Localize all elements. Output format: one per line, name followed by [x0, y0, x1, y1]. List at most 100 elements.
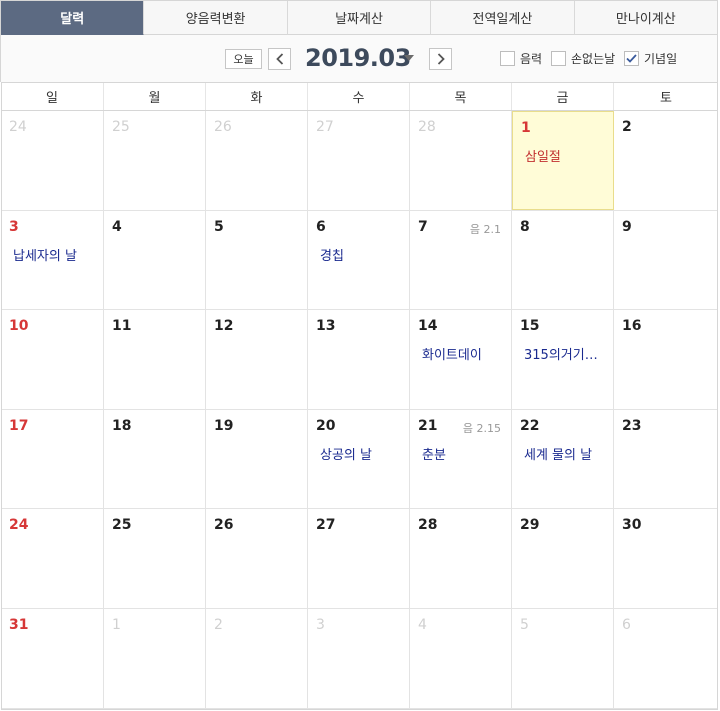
day-number: 6	[316, 218, 326, 235]
day-cell[interactable]: 17	[1, 409, 104, 509]
day-cell[interactable]: 18	[104, 409, 206, 509]
day-cell[interactable]: 31	[1, 608, 104, 708]
day-cell[interactable]: 1 삼일절	[512, 111, 614, 210]
day-cell[interactable]: 13	[308, 310, 410, 409]
day-event[interactable]: 315의거기…	[524, 344, 613, 363]
day-cell[interactable]: 2	[614, 111, 718, 210]
day-number: 5	[520, 616, 529, 633]
day-number: 31	[9, 616, 29, 633]
month-title[interactable]: 2019.03	[305, 44, 411, 72]
day-cell[interactable]: 11	[104, 310, 206, 409]
day-number: 12	[214, 318, 234, 335]
today-button[interactable]: 오늘	[225, 49, 262, 69]
day-number: 3	[9, 218, 19, 235]
week-row: 3 납세자의 날 4 5 6 경칩 7 음 2.1 8 9	[1, 210, 718, 311]
day-cell[interactable]: 30	[614, 509, 718, 608]
day-cell[interactable]: 21 음 2.15 춘분	[410, 409, 512, 509]
day-number: 23	[622, 417, 642, 434]
weekday-header-cell: 월	[104, 83, 206, 110]
day-cell[interactable]: 4	[410, 608, 512, 708]
calendar-toolbar: 오늘 2019.03 음력 손없는날 기념일	[0, 35, 718, 82]
day-cell[interactable]: 8	[512, 210, 614, 310]
day-number: 9	[622, 218, 632, 235]
day-cell[interactable]: 16	[614, 310, 718, 409]
day-event[interactable]: 상공의 날	[320, 444, 409, 463]
day-cell[interactable]: 1	[104, 608, 206, 708]
next-month-button[interactable]	[429, 48, 452, 70]
tab-discharge-calc[interactable]: 전역일계산	[431, 1, 575, 35]
day-number: 26	[214, 517, 234, 534]
day-event[interactable]: 경칩	[320, 245, 409, 264]
day-number: 22	[520, 417, 540, 434]
day-cell[interactable]: 5	[512, 608, 614, 708]
day-number: 4	[418, 616, 427, 633]
day-cell[interactable]: 24	[1, 111, 104, 210]
day-cell[interactable]: 2	[206, 608, 308, 708]
day-number: 20	[316, 417, 336, 434]
day-cell[interactable]: 19	[206, 409, 308, 509]
tab-calendar[interactable]: 달력	[1, 1, 145, 35]
day-cell[interactable]: 7음 2.1	[410, 210, 512, 310]
day-number: 1	[521, 120, 531, 136]
day-cell[interactable]: 28	[410, 509, 512, 608]
weekday-header-cell: 토	[660, 91, 672, 106]
day-cell[interactable]: 26	[206, 509, 308, 608]
day-cell[interactable]: 27	[308, 111, 410, 210]
day-cell[interactable]: 15 315의거기…	[512, 310, 614, 409]
day-cell[interactable]: 6 경칩	[308, 210, 410, 310]
day-cell[interactable]: 5	[206, 210, 308, 310]
prev-month-button[interactable]	[268, 48, 291, 70]
day-cell[interactable]: 10	[1, 310, 104, 409]
tab-date-calc[interactable]: 날짜계산	[287, 1, 432, 35]
calendar-weeks: 24 25 26 27 28 1 삼일절 2 3 납세자의 날 4 5 6 경칩 7 음 2.1 8 9 10 11 1…	[1, 111, 718, 709]
day-cell[interactable]: 4	[104, 210, 206, 310]
lunar-option[interactable]: 음력	[500, 50, 542, 67]
lunar-option-label: 음력	[520, 52, 543, 66]
weekday-header-cell: 목	[410, 83, 512, 110]
day-cell[interactable]: 3	[308, 608, 410, 708]
day-number: 25	[112, 119, 130, 135]
tab-age-calc[interactable]: 만나이계산	[574, 1, 718, 35]
day-number: 24	[9, 517, 29, 534]
day-number: 24	[9, 119, 27, 135]
weekday-header-cell: 수	[308, 83, 410, 110]
day-number: 14	[418, 318, 438, 335]
day-number: 27	[316, 119, 334, 135]
day-number: 10	[9, 318, 29, 335]
weekday-header-cell: 화	[206, 83, 308, 110]
day-cell[interactable]: 25	[104, 111, 206, 210]
lunar-checkbox[interactable]	[500, 51, 515, 66]
day-cell[interactable]: 26	[206, 111, 308, 210]
sonnal-option[interactable]: 손없는날	[551, 50, 615, 67]
day-cell[interactable]: 14 화이트데이	[410, 310, 512, 409]
day-cell[interactable]: 27	[308, 509, 410, 608]
anniversary-checkbox[interactable]	[624, 51, 639, 66]
day-event[interactable]: 춘분	[422, 444, 511, 463]
sonnal-option-label: 손없는날	[571, 52, 616, 66]
day-cell[interactable]: 22 세계 물의 날	[512, 409, 614, 509]
day-number: 27	[316, 517, 336, 534]
day-number: 28	[418, 517, 438, 534]
day-event[interactable]: 세계 물의 날	[524, 444, 613, 463]
day-cell[interactable]: 6	[614, 609, 718, 708]
day-event[interactable]: 삼일절	[525, 146, 613, 165]
day-cell[interactable]: 24	[1, 509, 104, 608]
day-cell[interactable]: 25	[104, 509, 206, 608]
tab-solar-lunar-convert[interactable]: 양음력변환	[144, 1, 288, 35]
day-number: 3	[316, 616, 325, 633]
day-cell[interactable]: 3 납세자의 날	[1, 210, 104, 310]
day-cell[interactable]: 28	[410, 111, 512, 210]
day-cell[interactable]: 9	[614, 211, 718, 310]
day-cell[interactable]: 20 상공의 날	[308, 409, 410, 509]
anniversary-option[interactable]: 기념일	[624, 50, 677, 67]
day-event[interactable]: 화이트데이	[422, 344, 511, 363]
tab-bar: 달력 양음력변환 날짜계산 전역일계산 만나이계산	[0, 0, 718, 35]
day-cell[interactable]: 29	[512, 509, 614, 608]
day-cell[interactable]: 23	[614, 410, 718, 509]
day-event[interactable]: 납세자의 날	[13, 245, 103, 264]
sonnal-checkbox[interactable]	[551, 51, 566, 66]
weekday-header: 일월화수목금 토	[1, 82, 718, 111]
day-number: 6	[622, 616, 631, 633]
caret-down-icon[interactable]	[404, 55, 414, 61]
day-cell[interactable]: 12	[206, 310, 308, 409]
